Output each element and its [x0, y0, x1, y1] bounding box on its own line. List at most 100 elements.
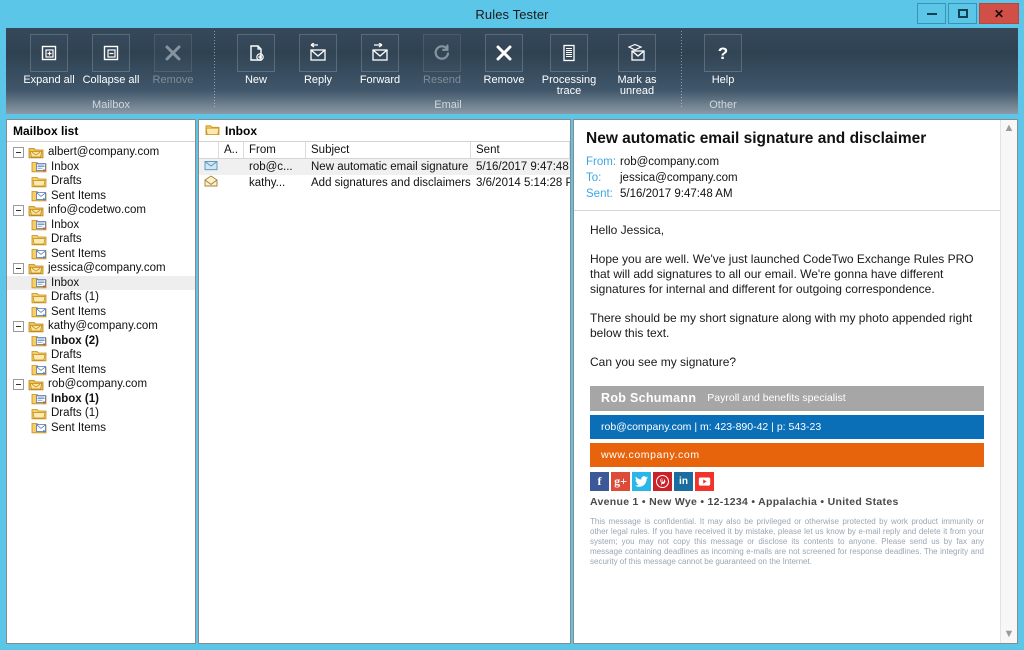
folder-label: Sent Items: [51, 422, 106, 434]
collapse-toggle-icon[interactable]: [13, 205, 24, 216]
pinterest-icon[interactable]: [653, 472, 672, 491]
mailbox-node[interactable]: info@codetwo.com: [7, 203, 195, 218]
new-label: New: [245, 75, 267, 86]
mailbox-folder-sent-items[interactable]: Sent Items: [7, 189, 195, 204]
mailbox-label: jessica@company.com: [48, 262, 166, 274]
inbox-folder-icon: [31, 392, 47, 405]
processing-trace-button[interactable]: Processing trace: [535, 28, 603, 97]
mailbox-node[interactable]: jessica@company.com: [7, 261, 195, 276]
ribbon-group-email-label: Email: [225, 98, 671, 114]
mailbox-folder-drafts[interactable]: Drafts: [7, 174, 195, 189]
mailbox-folder-sent-items[interactable]: Sent Items: [7, 247, 195, 262]
from-value: rob@company.com: [620, 154, 719, 170]
remove-x-icon: [154, 34, 192, 72]
collapse-toggle-icon[interactable]: [13, 263, 24, 274]
mailbox-folder-drafts-1[interactable]: Drafts (1): [7, 290, 195, 305]
forward-button[interactable]: Forward: [349, 28, 411, 86]
read-envelope-icon: [199, 159, 219, 176]
reply-button[interactable]: Reply: [287, 28, 349, 86]
processing-trace-label: Processing trace: [536, 75, 602, 97]
remove-email-label: Remove: [484, 75, 525, 86]
facebook-icon[interactable]: f: [590, 472, 609, 491]
collapse-all-label: Collapse all: [83, 75, 140, 86]
mailbox-tree[interactable]: albert@company.comInboxDraftsSent Itemsi…: [7, 142, 195, 643]
signature-disclaimer: This message is confidential. It may als…: [590, 517, 984, 567]
new-button[interactable]: New: [225, 28, 287, 86]
mailbox-folder-inbox-2[interactable]: Inbox (2): [7, 334, 195, 349]
message-list-columns: A.. From Subject Sent: [199, 142, 570, 159]
mailbox-folder-sent-items[interactable]: Sent Items: [7, 421, 195, 436]
mail-paragraph: Can you see my signature?: [590, 355, 984, 370]
drafts-folder-icon: [31, 349, 47, 362]
folder-label: Inbox (2): [51, 335, 99, 347]
mailbox-folder-drafts[interactable]: Drafts: [7, 348, 195, 363]
ribbon-group-other-label: Other: [692, 98, 754, 114]
youtube-icon[interactable]: [695, 472, 714, 491]
minimize-button[interactable]: [917, 3, 946, 24]
mailbox-folder-sent-items[interactable]: Sent Items: [7, 305, 195, 320]
mailbox-folder-inbox-1[interactable]: Inbox (1): [7, 392, 195, 407]
column-sent[interactable]: Sent: [471, 142, 570, 158]
twitter-icon[interactable]: [632, 472, 651, 491]
from-cell: rob@c...: [244, 160, 306, 175]
mail-body: Hello Jessica, Hope you are well. We've …: [574, 211, 1000, 643]
help-button[interactable]: ? Help: [692, 28, 754, 86]
column-subject[interactable]: Subject: [306, 142, 471, 158]
mailbox-folder-icon: [28, 320, 44, 333]
collapse-toggle-icon[interactable]: [13, 321, 24, 332]
signature-social-links: f g+ in: [590, 472, 984, 491]
scroll-up-icon[interactable]: ▲: [1004, 123, 1015, 134]
maximize-button[interactable]: [948, 3, 977, 24]
maximize-icon: [958, 9, 968, 18]
mailbox-folder-sent-items[interactable]: Sent Items: [7, 363, 195, 378]
mailbox-node[interactable]: rob@company.com: [7, 377, 195, 392]
column-from[interactable]: From: [244, 142, 306, 158]
remove-email-button[interactable]: Remove: [473, 28, 535, 86]
mailbox-folder-drafts[interactable]: Drafts: [7, 232, 195, 247]
folder-icon: [205, 123, 220, 139]
sent-folder-icon: [31, 305, 47, 318]
forward-label: Forward: [360, 75, 400, 86]
resend-button[interactable]: Resend: [411, 28, 473, 86]
mailbox-node[interactable]: albert@company.com: [7, 145, 195, 160]
folder-label: Sent Items: [51, 364, 106, 376]
folder-label: Inbox: [51, 219, 79, 231]
mailbox-label: albert@company.com: [48, 146, 159, 158]
signature-website[interactable]: www.company.com: [590, 443, 984, 467]
column-attachment[interactable]: A..: [219, 142, 244, 158]
message-row[interactable]: kathy...Add signatures and disclaimers t…: [199, 175, 570, 191]
new-message-icon: [237, 34, 275, 72]
sent-folder-icon: [31, 421, 47, 434]
mailbox-folder-inbox[interactable]: Inbox: [7, 218, 195, 233]
column-icon[interactable]: [199, 142, 219, 158]
linkedin-icon[interactable]: in: [674, 472, 693, 491]
sent-folder-icon: [31, 189, 47, 202]
collapse-toggle-icon[interactable]: [13, 147, 24, 158]
collapse-all-button[interactable]: Collapse all: [80, 28, 142, 86]
mailbox-label: rob@company.com: [48, 378, 147, 390]
mailbox-folder-inbox[interactable]: Inbox: [7, 276, 195, 291]
mail-field-to: To: jessica@company.com: [586, 170, 988, 186]
message-list-pane: Inbox A.. From Subject Sent rob@c...New …: [198, 119, 571, 644]
remove-mailbox-button[interactable]: Remove: [142, 28, 204, 86]
to-value: jessica@company.com: [620, 170, 738, 186]
main-content: Mailbox list albert@company.comInboxDraf…: [6, 119, 1018, 644]
scroll-down-icon[interactable]: ▼: [1004, 629, 1015, 640]
remove-x-icon: [485, 34, 523, 72]
google-plus-icon[interactable]: g+: [611, 472, 630, 491]
collapse-toggle-icon[interactable]: [13, 379, 24, 390]
mark-as-unread-button[interactable]: Mark as unread: [603, 28, 671, 97]
sent-label: Sent:: [586, 186, 620, 202]
drafts-folder-icon: [31, 233, 47, 246]
mailbox-node[interactable]: kathy@company.com: [7, 319, 195, 334]
message-row[interactable]: rob@c...New automatic email signature an…: [199, 159, 570, 175]
reading-pane-scrollbar[interactable]: ▲ ▼: [1000, 120, 1017, 643]
ribbon-group-mailbox-label: Mailbox: [18, 98, 204, 114]
expand-all-button[interactable]: Expand all: [18, 28, 80, 86]
inbox-folder-icon: [31, 276, 47, 289]
inbox-folder-icon: [31, 160, 47, 173]
mailbox-folder-inbox[interactable]: Inbox: [7, 160, 195, 175]
close-button[interactable]: ✕: [979, 3, 1019, 24]
email-signature: Rob Schumann Payroll and benefits specia…: [590, 386, 984, 567]
mailbox-folder-drafts-1[interactable]: Drafts (1): [7, 406, 195, 421]
